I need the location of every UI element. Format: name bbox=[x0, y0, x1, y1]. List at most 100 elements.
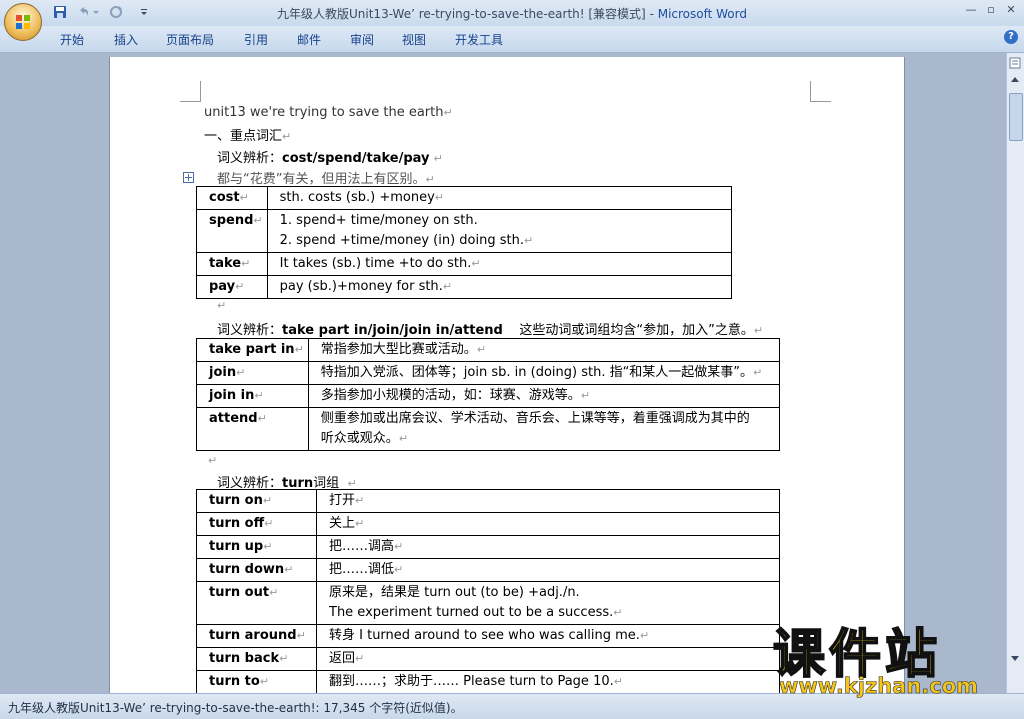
word-text: spend bbox=[209, 213, 254, 228]
table-cell-usage[interactable]: 侧重参加或出席会议、学术活动、音乐会、上课等等，着重强调成为其中的 听众或观众。↵ bbox=[307, 407, 781, 451]
table-cell-word[interactable]: turn down↵ bbox=[196, 558, 317, 582]
table-cell-word[interactable]: take↵ bbox=[196, 252, 268, 276]
word-text: turn up bbox=[209, 539, 264, 554]
table-cell-usage[interactable]: 多指参加小规模的活动，如：球赛、游戏等。↵ bbox=[307, 384, 781, 408]
document-page[interactable]: unit13 we're trying to save the earth↵ 一… bbox=[110, 57, 904, 697]
table-cell-word[interactable]: turn up↵ bbox=[196, 535, 317, 559]
section-title-text: 一、重点词汇 bbox=[204, 129, 283, 144]
word-text: turn around bbox=[209, 628, 297, 643]
table-row: turn out↵ 原来是，结果是 turn out (to be) +adj./… bbox=[196, 581, 780, 625]
tab-page-layout[interactable]: 页面布局 bbox=[166, 31, 214, 48]
usage-table-turn: turn on↵ 打开↵ turn off↵ 关上↵ turn up↵ 把……调高↵ tur… bbox=[196, 489, 780, 694]
cell-mark: ↵ bbox=[753, 366, 763, 379]
cell-mark: ↵ bbox=[294, 343, 304, 356]
table-cell-usage[interactable]: 把……调低↵ bbox=[316, 558, 780, 582]
subheading-label: 词义辨析： bbox=[217, 323, 283, 338]
usage-text: 多指参加小规模的活动，如：球赛、游戏等。 bbox=[320, 388, 581, 403]
usage-text: 听众或观众。 bbox=[320, 431, 399, 446]
usage-line: 返回↵ bbox=[329, 649, 775, 669]
usage-table-cost: cost↵ sth. costs (sb.) +money↵ spend↵ 1. sp… bbox=[196, 186, 733, 299]
usage-text: 把……调低 bbox=[329, 562, 395, 577]
tab-references[interactable]: 引用 bbox=[244, 31, 268, 48]
scroll-up-icon[interactable] bbox=[1010, 75, 1020, 85]
table-cell-word[interactable]: turn off↵ bbox=[196, 512, 317, 536]
table-cell-usage[interactable]: 1. spend+ time/money on sth. 2. spend +ti… bbox=[266, 209, 733, 253]
maximize-button[interactable]: ▫ bbox=[982, 2, 1000, 18]
cell-mark: ↵ bbox=[269, 586, 279, 599]
cell-mark: ↵ bbox=[284, 563, 294, 576]
usage-line: 转身 I turned around to see who was callin… bbox=[329, 626, 775, 646]
word-text: turn out bbox=[209, 585, 270, 600]
word-text: turn off bbox=[209, 516, 265, 531]
paragraph-mark: ↵ bbox=[443, 106, 453, 119]
table-row: turn back↵ 返回↵ bbox=[196, 647, 780, 671]
usage-line: The experiment turned out to be a succes… bbox=[329, 603, 775, 623]
table-cell-usage[interactable]: 常指参加大型比赛或活动。↵ bbox=[307, 338, 781, 362]
cell-mark: ↵ bbox=[262, 494, 273, 507]
minimize-button[interactable]: — bbox=[962, 2, 980, 18]
table-cell-word[interactable]: turn on↵ bbox=[196, 489, 317, 513]
table-cell-usage[interactable]: sth. costs (sb.) +money↵ bbox=[266, 186, 733, 210]
heading-text: unit13 we're trying to save the earth bbox=[204, 105, 444, 120]
subheading-2: 词义辨析：take part in/join/join in/attend 这些… bbox=[217, 319, 763, 338]
table-cell-usage[interactable]: It takes (sb.) time +to do sth.↵ bbox=[266, 252, 733, 276]
tab-insert[interactable]: 插入 bbox=[114, 31, 138, 48]
tab-view[interactable]: 视图 bbox=[402, 31, 426, 48]
table-move-handle-icon[interactable] bbox=[183, 172, 194, 183]
ribbon-tab-bar: 开始 插入 页面布局 引用 邮件 审阅 视图 开发工具 ? bbox=[0, 26, 1024, 53]
cell-mark: ↵ bbox=[257, 412, 267, 425]
table-cell-word[interactable]: turn out↵ bbox=[196, 581, 317, 625]
tab-home[interactable]: 开始 bbox=[60, 31, 84, 48]
table-cell-word[interactable]: turn back↵ bbox=[196, 647, 317, 671]
table-cell-word[interactable]: spend↵ bbox=[196, 209, 268, 253]
vertical-scrollbar[interactable] bbox=[1006, 53, 1024, 693]
tab-mailings[interactable]: 邮件 bbox=[297, 31, 321, 48]
paragraph-mark: ↵ bbox=[217, 299, 227, 312]
cell-mark: ↵ bbox=[355, 652, 365, 665]
table-cell-usage[interactable]: 翻到……；求助于…… Please turn to Page 10.↵ bbox=[316, 670, 780, 694]
window-title: 九年级人教版Unit13-We’ re-trying-to-save-the-e… bbox=[0, 5, 1024, 22]
table-cell-word[interactable]: turn around↵ bbox=[196, 624, 317, 648]
table-cell-usage[interactable]: 关上↵ bbox=[316, 512, 780, 536]
table-cell-usage[interactable]: 转身 I turned around to see who was callin… bbox=[316, 624, 780, 648]
cell-mark: ↵ bbox=[442, 280, 453, 293]
table-cell-usage[interactable]: 特指加入党派、团体等；join sb. in (doing) sth. 指“和某… bbox=[307, 361, 781, 385]
table-cell-word[interactable]: cost↵ bbox=[196, 186, 268, 210]
help-icon[interactable]: ? bbox=[1004, 30, 1018, 44]
table-cell-usage[interactable]: pay (sb.)+money for sth.↵ bbox=[266, 275, 733, 299]
ruler-toggle-icon[interactable] bbox=[1009, 57, 1021, 69]
table-cell-word[interactable]: turn to↵ bbox=[196, 670, 317, 694]
table-row: turn around↵ 转身 I turned around to see wh… bbox=[196, 624, 780, 648]
table-cell-usage[interactable]: 返回↵ bbox=[316, 647, 780, 671]
tab-developer[interactable]: 开发工具 bbox=[455, 31, 503, 48]
table-row: turn to↵ 翻到……；求助于…… Please turn to Page 1… bbox=[196, 670, 780, 694]
table-cell-word[interactable]: take part in↵ bbox=[196, 338, 309, 362]
cell-mark: ↵ bbox=[394, 540, 404, 553]
cell-mark: ↵ bbox=[236, 366, 246, 379]
table-row: turn off↵ 关上↵ bbox=[196, 512, 780, 536]
table-cell-word[interactable]: join in↵ bbox=[196, 384, 309, 408]
table-cell-word[interactable]: pay↵ bbox=[196, 275, 268, 299]
paragraph-mark: ↵ bbox=[433, 152, 443, 165]
office-button[interactable] bbox=[4, 3, 42, 41]
table-cell-word[interactable]: attend↵ bbox=[196, 407, 309, 451]
scroll-thumb[interactable] bbox=[1009, 93, 1023, 141]
word-text: take part in bbox=[209, 342, 295, 357]
usage-line: 听众或观众。↵ bbox=[321, 429, 775, 449]
table-cell-word[interactable]: join↵ bbox=[196, 361, 309, 385]
document-title: 九年级人教版Unit13-We’ re-trying-to-save-the-e… bbox=[277, 7, 646, 21]
table-cell-usage[interactable]: 打开↵ bbox=[316, 489, 780, 513]
usage-text: 特指加入党派、团体等；join sb. in (doing) sth. 指“和某… bbox=[320, 365, 754, 380]
table-row: take↵ It takes (sb.) time +to do sth.↵ bbox=[196, 252, 733, 276]
table-cell-usage[interactable]: 原来是，结果是 turn out (to be) +adj./n. The exp… bbox=[316, 581, 780, 625]
word-text: turn to bbox=[209, 674, 260, 689]
status-text: 九年级人教版Unit13-We’ re-trying-to-save-the-e… bbox=[8, 701, 463, 715]
tab-review[interactable]: 审阅 bbox=[350, 31, 374, 48]
table-cell-usage[interactable]: 把……调高↵ bbox=[316, 535, 780, 559]
subheading-1: 词义辨析：cost/spend/take/pay ↵ bbox=[217, 147, 443, 166]
word-text: attend bbox=[209, 411, 258, 426]
close-button[interactable]: ✕ bbox=[1002, 2, 1020, 18]
cell-mark: ↵ bbox=[296, 629, 306, 642]
word-text: join in bbox=[209, 388, 255, 403]
cell-mark: ↵ bbox=[394, 563, 404, 576]
